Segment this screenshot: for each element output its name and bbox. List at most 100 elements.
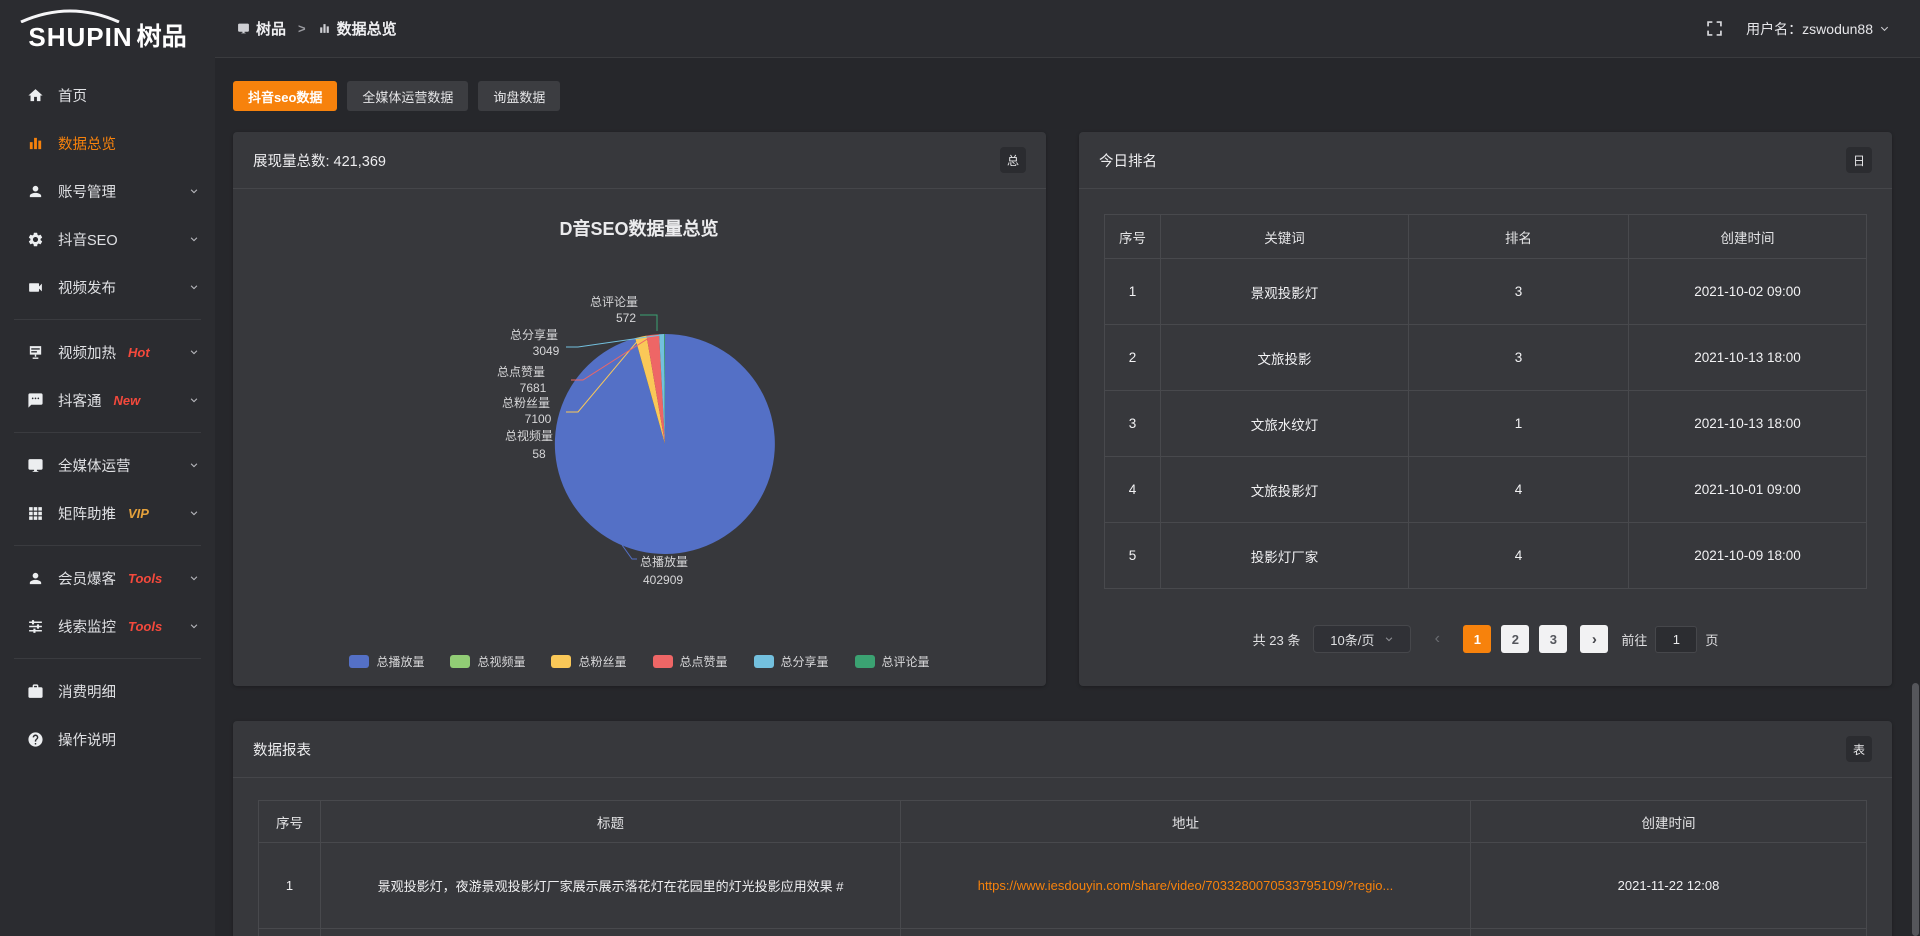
logo-text: SHUPIN (28, 22, 132, 53)
pie-value: 58 (532, 447, 546, 461)
legend-item[interactable]: 总播放量 (349, 653, 424, 670)
legend-label: 总粉丝量 (578, 653, 626, 670)
monitor-icon (27, 457, 44, 474)
pie-value: 7681 (520, 381, 547, 395)
tab-2[interactable]: 询盘数据 (478, 81, 560, 111)
legend-swatch (754, 655, 774, 668)
sidebar-item-gear[interactable]: 抖音SEO (0, 215, 215, 263)
impressions-total-title: 展现量总数: 421,369 (253, 150, 386, 171)
breadcrumb-current-icon (318, 22, 331, 35)
day-toggle-button[interactable]: 日 (1846, 147, 1872, 173)
sidebar-item-label: 全媒体运营 (58, 455, 131, 476)
svg-text:D音SEO数据量总览: D音SEO数据量总览 (559, 218, 718, 239)
help-icon (27, 731, 44, 748)
sidebar-item-help[interactable]: 操作说明 (0, 715, 215, 763)
sidebar-item-label: 视频发布 (58, 277, 116, 298)
page-button-2[interactable]: 2 (1501, 625, 1529, 653)
next-page-button[interactable]: › (1580, 625, 1608, 653)
sidebar-item-label: 视频加热 (58, 342, 116, 363)
user-menu[interactable]: 用户名：zswodun88 (1746, 19, 1890, 39)
sidebar-item-home[interactable]: 首页 (0, 71, 215, 119)
table-cell: 1 (1105, 259, 1161, 325)
user-icon (27, 183, 44, 200)
page-scrollbar (1911, 0, 1920, 936)
chevron-down-icon (1384, 634, 1394, 644)
legend-item[interactable]: 总评论量 (855, 653, 930, 670)
sidebar-item-wallet[interactable]: 消费明细 (0, 667, 215, 715)
page-button-3[interactable]: 3 (1539, 625, 1567, 653)
sidebar-item-user[interactable]: 账号管理 (0, 167, 215, 215)
sidebar-badge: New (114, 393, 141, 408)
sidebar-item-sliders[interactable]: 线索监控Tools (0, 602, 215, 650)
sidebar-item-screen[interactable]: 视频加热Hot (0, 328, 215, 376)
table-cell: 文旅水纹灯 (1161, 391, 1409, 457)
table-cell: 3 (1409, 325, 1629, 391)
table-toggle-button[interactable]: 表 (1846, 736, 1872, 762)
legend-swatch (653, 655, 673, 668)
pie-value: 3049 (533, 344, 560, 358)
fullscreen-icon[interactable] (1707, 21, 1722, 36)
prev-page-button[interactable]: ‹ (1424, 625, 1450, 653)
legend-label: 总点赞量 (680, 653, 728, 670)
wallet-icon (27, 683, 44, 700)
breadcrumb-current: 数据总览 (337, 18, 397, 39)
goto-page-input[interactable] (1655, 626, 1697, 653)
column-header: 序号 (259, 801, 321, 843)
sidebar-badge: Tools (128, 571, 162, 586)
table-cell: 2021-10-02 09:00 (1629, 259, 1867, 325)
goto-label: 前往 (1621, 630, 1647, 649)
pagination-total: 共 23 条 (1253, 630, 1301, 649)
data-tabs: 抖音seo数据全媒体运营数据询盘数据 (233, 81, 1892, 111)
chevron-down-icon (189, 186, 199, 196)
sidebar-item-video[interactable]: 视频发布 (0, 263, 215, 311)
page-size-select[interactable]: 10条/页 (1313, 625, 1411, 653)
sidebar-item-label: 线索监控 (58, 616, 116, 637)
column-header: 序号 (1105, 215, 1161, 259)
legend-item[interactable]: 总分享量 (754, 653, 829, 670)
breadcrumb-separator: > (298, 21, 306, 36)
table-cell: 2021-11-22 12:08 (1471, 843, 1867, 929)
table-cell: 4 (1409, 523, 1629, 589)
legend-item[interactable]: 总粉丝量 (551, 653, 626, 670)
report-card-title: 数据报表 (253, 739, 311, 760)
legend-label: 总分享量 (781, 653, 829, 670)
page-button-1[interactable]: 1 (1463, 625, 1491, 653)
legend-item[interactable]: 总视频量 (450, 653, 525, 670)
total-toggle-button[interactable]: 总 (1000, 147, 1026, 173)
sidebar-item-chart[interactable]: 数据总览 (0, 119, 215, 167)
table-cell: 5 (1105, 523, 1161, 589)
sidebar-divider (14, 658, 201, 659)
table-cell: 1 (1409, 391, 1629, 457)
member-icon (27, 570, 44, 587)
ranking-card-title: 今日排名 (1099, 150, 1157, 171)
sidebar-item-label: 操作说明 (58, 729, 116, 750)
table-cell: 2021-10-09 18:00 (1629, 523, 1867, 589)
sidebar-item-grid[interactable]: 矩阵助推VIP (0, 489, 215, 537)
table-row: 2文旅投影32021-10-13 18:00 (1105, 325, 1867, 391)
legend-item[interactable]: 总点赞量 (653, 653, 728, 670)
report-link[interactable]: https://www.iesdouyin.com/share/video/70… (909, 878, 1462, 893)
tab-0[interactable]: 抖音seo数据 (233, 81, 337, 111)
table-cell: 4 (1409, 457, 1629, 523)
video-icon (27, 279, 44, 296)
sidebar-badge: VIP (128, 506, 149, 521)
logo-arc-icon (18, 8, 122, 23)
sidebar-item-monitor[interactable]: 全媒体运营 (0, 441, 215, 489)
table-cell: 景观投影灯，夜游景观投影灯厂家展示展示落花灯在花园里的灯光投影应用效果 # (321, 843, 901, 929)
scrollbar-thumb[interactable] (1912, 683, 1919, 936)
table-cell: 文旅投影 (1161, 325, 1409, 391)
sidebar-item-chat[interactable]: 抖客通New (0, 376, 215, 424)
table-cell: 2021-10-13 18:00 (1629, 325, 1867, 391)
table-cell: https://www.iesdouyin.com/share/video/70… (901, 843, 1471, 929)
username-label: 用户名：zswodun88 (1746, 19, 1873, 39)
tab-1[interactable]: 全媒体运营数据 (347, 81, 468, 111)
table-row-partial (259, 929, 1867, 936)
page-number-list: 123 (1463, 625, 1567, 653)
table-cell: 景观投影灯 (1161, 259, 1409, 325)
sidebar-item-label: 数据总览 (58, 133, 116, 154)
sidebar-item-label: 消费明细 (58, 681, 116, 702)
chevron-down-icon (189, 282, 199, 292)
breadcrumb-root[interactable]: 树品 (256, 18, 286, 39)
gear-icon (27, 231, 44, 248)
sidebar-item-member[interactable]: 会员爆客Tools (0, 554, 215, 602)
